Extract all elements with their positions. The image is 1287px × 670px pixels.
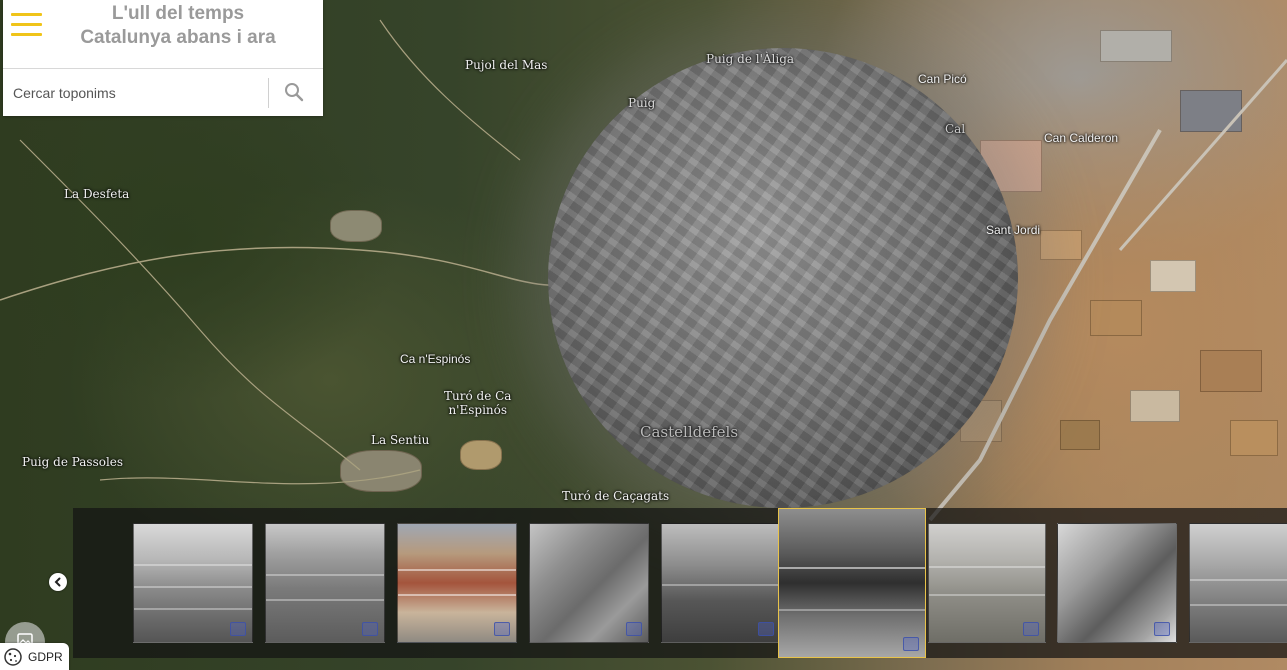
map-label: Pujol del Mas (465, 58, 548, 72)
chevron-left-icon[interactable] (49, 573, 67, 591)
photo-thumbnail[interactable] (397, 523, 517, 643)
search-icon[interactable] (283, 81, 309, 107)
search-input[interactable] (11, 79, 265, 107)
photo-thumbnail[interactable] (1057, 523, 1177, 643)
app-title: L'ull del temps Catalunya abans i ara (53, 2, 303, 50)
photo-badge-icon (1023, 622, 1039, 636)
map-label: Ca n'Espinós (400, 352, 471, 366)
photo-thumbnail[interactable] (928, 523, 1046, 643)
gdpr-label: GDPR (28, 649, 63, 664)
map-label: Can Picó (918, 72, 967, 86)
photo-badge-icon (758, 622, 774, 636)
map-label: Castelldefels (640, 423, 739, 441)
photo-badge-icon (362, 622, 378, 636)
photo-thumbnail[interactable] (529, 523, 649, 643)
search-divider (268, 78, 269, 108)
photo-badge-icon (903, 637, 919, 651)
photo-badge-icon (230, 622, 246, 636)
map-label: Can Calderon (1044, 131, 1119, 145)
map-label: Turó de Ca n'Espinós (444, 389, 512, 417)
map-label: Puig (628, 96, 656, 110)
photo-carousel (73, 508, 1287, 658)
map-label: La Sentiu (371, 433, 430, 447)
gdpr-button[interactable]: GDPR (0, 643, 69, 670)
historical-photo-overlay[interactable] (548, 48, 1018, 508)
app-title-line1: L'ull del temps (111, 3, 245, 24)
map-label: Sant Jordi (986, 223, 1041, 237)
map-label: Cal (945, 122, 966, 136)
photo-thumbnail[interactable] (265, 523, 385, 643)
map-label: La Desfeta (64, 187, 130, 201)
photo-thumbnail[interactable] (1189, 523, 1287, 643)
photo-badge-icon (494, 622, 510, 636)
photo-thumbnail[interactable] (661, 523, 781, 643)
photo-thumbnail-active[interactable] (778, 508, 926, 658)
map-label: Puig de l'Àliga (706, 52, 795, 66)
search-bar (3, 68, 323, 117)
photo-thumbnail[interactable] (133, 523, 253, 643)
hamburger-menu-icon[interactable] (11, 10, 45, 40)
cookie-icon (4, 647, 22, 666)
photo-badge-icon (1154, 622, 1170, 636)
photo-badge-icon (626, 622, 642, 636)
title-search-panel: L'ull del temps Catalunya abans i ara (3, 0, 323, 116)
map-label: Turó de Caçagats (562, 489, 670, 503)
map-label: Puig de Passoles (22, 455, 124, 469)
app-title-line2: Catalunya abans i ara (80, 27, 276, 48)
